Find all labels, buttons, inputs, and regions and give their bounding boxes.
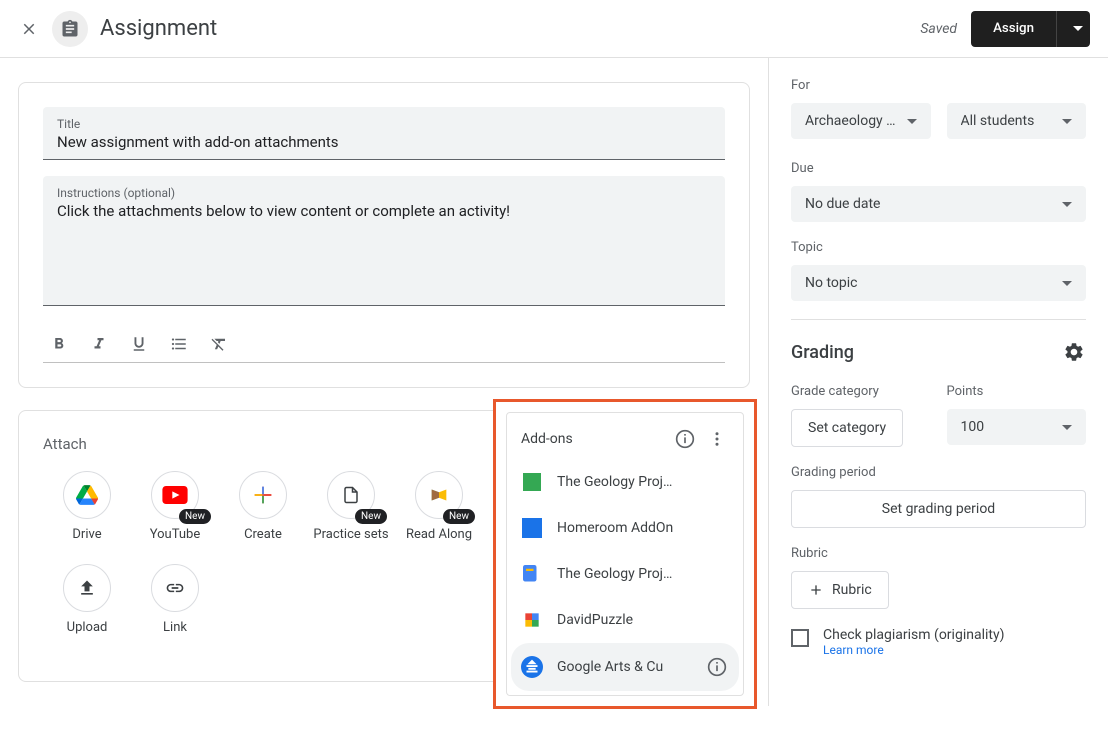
points-label: Points [947, 384, 1087, 399]
main: Title Instructions (optional) Click the … [0, 58, 1108, 706]
addon-item[interactable]: Google Arts & Cu [511, 643, 739, 691]
assign-button-group: Assign [971, 11, 1090, 47]
addon-label: The Geology Proj… [557, 474, 729, 490]
attach-upload[interactable]: Upload [43, 564, 131, 637]
rubric-label: Rubric [791, 546, 1086, 561]
topic-label: Topic [791, 240, 1086, 255]
attach-create[interactable]: Create [219, 471, 307, 544]
addon-label: DavidPuzzle [557, 612, 729, 628]
underline-button[interactable] [127, 332, 151, 356]
attach-card: Attach Drive New YouTube [18, 410, 750, 682]
link-icon [151, 564, 199, 612]
addon-icon [521, 609, 543, 631]
bold-button[interactable] [47, 332, 71, 356]
new-badge: New [443, 509, 475, 524]
attach-label: Drive [72, 527, 101, 544]
due-label: Due [791, 161, 1086, 176]
rubric-button[interactable]: Rubric [791, 571, 889, 609]
saved-status: Saved [920, 21, 957, 37]
attach-label: Create [244, 527, 282, 544]
format-toolbar [43, 322, 725, 363]
header: Assignment Saved Assign [0, 0, 1108, 58]
addon-icon [521, 656, 543, 678]
addon-icon [521, 517, 543, 539]
due-select[interactable]: No due date [791, 186, 1086, 222]
plagiarism-label: Check plagiarism (originality) [823, 627, 1004, 643]
instructions-label: Instructions (optional) [57, 186, 711, 200]
content-card: Title Instructions (optional) Click the … [18, 82, 750, 388]
attach-read-along[interactable]: New Read Along [395, 471, 483, 544]
addon-item[interactable]: Homeroom AddOn [507, 505, 743, 551]
attach-practice-sets[interactable]: New Practice sets [307, 471, 395, 544]
topic-select[interactable]: No topic [791, 265, 1086, 301]
attach-label: Link [163, 620, 187, 637]
create-icon [239, 471, 287, 519]
addon-item[interactable]: DavidPuzzle [507, 597, 743, 643]
assignment-icon [52, 11, 88, 47]
addon-item[interactable]: The Geology Proj… [507, 459, 743, 505]
addons-header: Add-ons [507, 413, 743, 459]
addon-label: Homeroom AddOn [557, 520, 729, 536]
instructions-input[interactable]: Click the attachments below to view cont… [57, 202, 711, 220]
left-column: Title Instructions (optional) Click the … [0, 58, 768, 706]
learn-more-link[interactable]: Learn more [823, 643, 1004, 657]
addons-title: Add-ons [521, 431, 665, 447]
class-select[interactable]: Archaeology … [791, 103, 931, 139]
plagiarism-row: Check plagiarism (originality) Learn mor… [791, 627, 1086, 657]
close-icon[interactable] [18, 18, 40, 40]
attach-label: Upload [67, 620, 108, 637]
addons-list[interactable]: The Geology Proj… Homeroom AddOn The Geo… [507, 459, 743, 695]
plus-icon [808, 582, 824, 598]
addon-label: Google Arts & Cu [557, 659, 691, 675]
right-column: For Archaeology … All students Due No du… [768, 58, 1108, 706]
assign-button[interactable]: Assign [971, 11, 1056, 47]
attach-drive[interactable]: Drive [43, 471, 131, 544]
points-select[interactable]: 100 [947, 409, 1087, 445]
chevron-down-icon [1062, 425, 1072, 430]
set-category-button[interactable]: Set category [791, 409, 903, 447]
assign-dropdown[interactable] [1056, 11, 1090, 47]
drive-icon [63, 471, 111, 519]
gear-icon[interactable] [1062, 340, 1086, 364]
chevron-down-icon [1062, 119, 1072, 124]
set-grading-period-button[interactable]: Set grading period [791, 490, 1086, 528]
clear-format-button[interactable] [207, 332, 231, 356]
title-field[interactable]: Title [43, 107, 725, 160]
attach-youtube[interactable]: New YouTube [131, 471, 219, 544]
attach-grid: Drive New YouTube Create [43, 471, 483, 657]
addons-panel: Add-ons The Geology Proj… [493, 399, 757, 709]
addon-icon [521, 563, 543, 585]
addon-label: The Geology Proj… [557, 566, 729, 582]
chevron-down-icon [907, 119, 917, 124]
title-label: Title [57, 117, 711, 131]
list-button[interactable] [167, 332, 191, 356]
new-badge: New [179, 509, 211, 524]
grading-period-label: Grading period [791, 465, 1086, 480]
attach-label: Read Along [406, 527, 472, 544]
info-icon[interactable] [705, 655, 729, 679]
addon-item[interactable]: The Geology Proj… [507, 551, 743, 597]
more-icon[interactable] [705, 427, 729, 451]
info-icon[interactable] [673, 427, 697, 451]
addon-icon [521, 471, 543, 493]
new-badge: New [355, 509, 387, 524]
upload-icon [63, 564, 111, 612]
chevron-down-icon [1062, 281, 1072, 286]
grading-header: Grading [791, 340, 1086, 364]
instructions-field[interactable]: Instructions (optional) Click the attach… [43, 176, 725, 306]
attach-label: YouTube [150, 527, 201, 544]
grading-title: Grading [791, 342, 854, 363]
students-select[interactable]: All students [947, 103, 1087, 139]
for-label: For [791, 78, 1086, 93]
title-input[interactable] [57, 133, 711, 151]
divider [791, 319, 1086, 320]
page-title: Assignment [100, 16, 217, 41]
attach-label: Practice sets [313, 527, 388, 544]
plagiarism-checkbox[interactable] [791, 629, 809, 647]
attach-link[interactable]: Link [131, 564, 219, 637]
italic-button[interactable] [87, 332, 111, 356]
chevron-down-icon [1062, 202, 1072, 207]
grade-category-label: Grade category [791, 384, 931, 399]
